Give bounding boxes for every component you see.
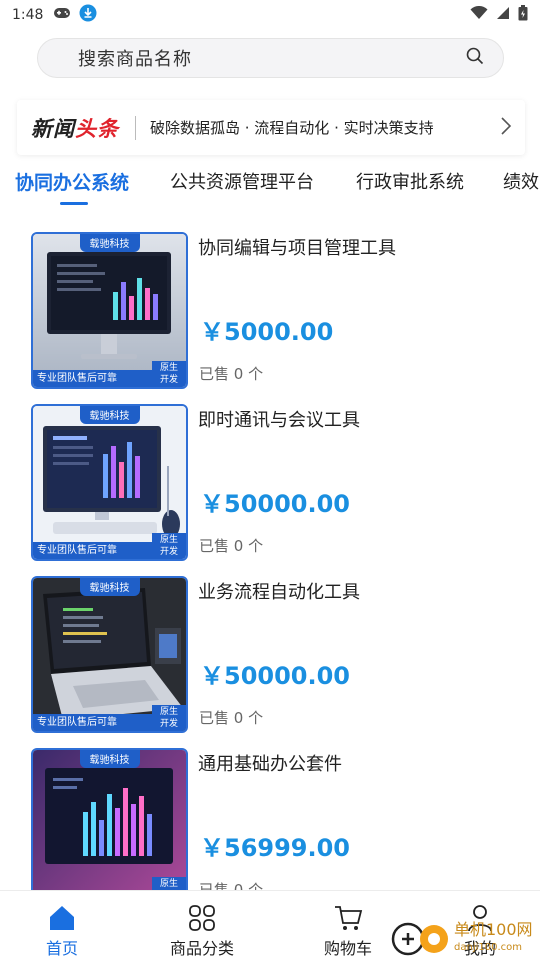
service-badge: 专业团队售后可靠 xyxy=(33,542,153,559)
product-title[interactable]: 协同编辑与项目管理工具 xyxy=(198,234,396,260)
brand-badge: 载驰科技 xyxy=(79,234,140,252)
status-time: 1:48 xyxy=(12,7,44,23)
native-dev-badge: 原生开发 xyxy=(152,533,186,559)
search-bar[interactable]: 搜索商品名称 xyxy=(37,38,504,78)
tab-public-resource[interactable]: 公共资源管理平台 xyxy=(170,168,314,194)
nav-home[interactable]: 首页 xyxy=(12,903,112,959)
battery-icon xyxy=(518,5,528,25)
brand-badge: 载驰科技 xyxy=(79,750,140,768)
product-title[interactable]: 业务流程自动化工具 xyxy=(198,578,360,604)
product-title[interactable]: 即时通讯与会议工具 xyxy=(198,406,360,432)
gamepad-icon xyxy=(53,7,71,23)
list-item[interactable]: 载驰科技 专业团队售后可靠 原生 开发 协同编辑与项目管理工具 ￥5000.00 … xyxy=(0,232,540,392)
list-item[interactable]: 载驰科技 原生开发 通用基础办公套件 ￥56999.00 已售 0 个 xyxy=(0,748,540,908)
watermark: 单机100网 danji100.com xyxy=(390,915,533,963)
native-dev-badge: 原生开发 xyxy=(152,705,186,731)
tab-admin-approval[interactable]: 行政审批系统 xyxy=(356,168,464,194)
product-sold: 已售 0 个 xyxy=(199,365,264,383)
product-price: ￥50000.00 xyxy=(200,662,351,690)
product-sold: 已售 0 个 xyxy=(199,709,264,727)
nav-category[interactable]: 商品分类 xyxy=(152,903,252,959)
list-item[interactable]: 载驰科技 专业团队售后可靠 原生 开发 业务流程自动化工具 ￥50000.00 已… xyxy=(0,576,540,736)
news-text: 破除数据孤岛 · 流程自动化 · 实时决策支持 xyxy=(150,119,434,137)
status-bar: 1:48 xyxy=(0,0,540,30)
search-icon[interactable] xyxy=(465,46,485,70)
news-logo: 新闻头条 xyxy=(31,115,119,141)
product-price: ￥50000.00 xyxy=(200,490,351,518)
wifi-icon xyxy=(470,5,488,24)
signal-icon xyxy=(496,6,510,24)
cart-icon xyxy=(298,903,398,933)
product-price: ￥56999.00 xyxy=(200,834,351,862)
product-image[interactable]: 载驰科技 原生开发 xyxy=(31,748,188,905)
service-badge: 专业团队售后可靠 xyxy=(33,714,153,731)
chevron-right-icon[interactable] xyxy=(499,116,513,140)
product-image[interactable]: 载驰科技 专业团队售后可靠 原生 开发 xyxy=(31,576,188,733)
news-ticker[interactable]: 新闻头条 破除数据孤岛 · 流程自动化 · 实时决策支持 xyxy=(17,100,525,155)
grid-icon xyxy=(152,903,252,933)
service-badge: 专业团队售后可靠 xyxy=(33,370,153,387)
brand-badge: 载驰科技 xyxy=(79,406,140,424)
list-item[interactable]: 载驰科技 专业团队售后可靠 原生 开发 即时通讯与会议工具 ￥50000.00 已… xyxy=(0,404,540,564)
brand-badge: 载驰科技 xyxy=(79,578,140,596)
home-icon xyxy=(12,903,112,933)
product-image[interactable]: 载驰科技 专业团队售后可靠 原生 开发 xyxy=(31,232,188,389)
category-tabs: 协同办公系统 公共资源管理平台 行政审批系统 绩效 xyxy=(0,162,540,212)
nav-cart[interactable]: 购物车 xyxy=(298,903,398,959)
watermark-text: 单机100网 danji100.com xyxy=(454,920,533,954)
nav-cart-label: 购物车 xyxy=(323,939,372,958)
product-image[interactable]: 载驰科技 专业团队售后可靠 原生 开发 xyxy=(31,404,188,561)
tab-active-indicator xyxy=(60,202,88,205)
tab-performance[interactable]: 绩效 xyxy=(503,168,539,194)
product-title[interactable]: 通用基础办公套件 xyxy=(198,750,342,776)
native-dev-badge: 原生开发 xyxy=(152,361,186,387)
nav-category-label: 商品分类 xyxy=(169,939,234,958)
product-sold: 已售 0 个 xyxy=(199,537,264,555)
tab-collab-office[interactable]: 协同办公系统 xyxy=(15,168,129,195)
product-price: ￥5000.00 xyxy=(200,318,334,346)
nav-home-label: 首页 xyxy=(45,939,78,958)
watermark-logo-icon xyxy=(390,915,450,963)
search-placeholder: 搜索商品名称 xyxy=(78,49,192,70)
download-icon xyxy=(79,4,97,26)
news-divider xyxy=(135,115,136,140)
